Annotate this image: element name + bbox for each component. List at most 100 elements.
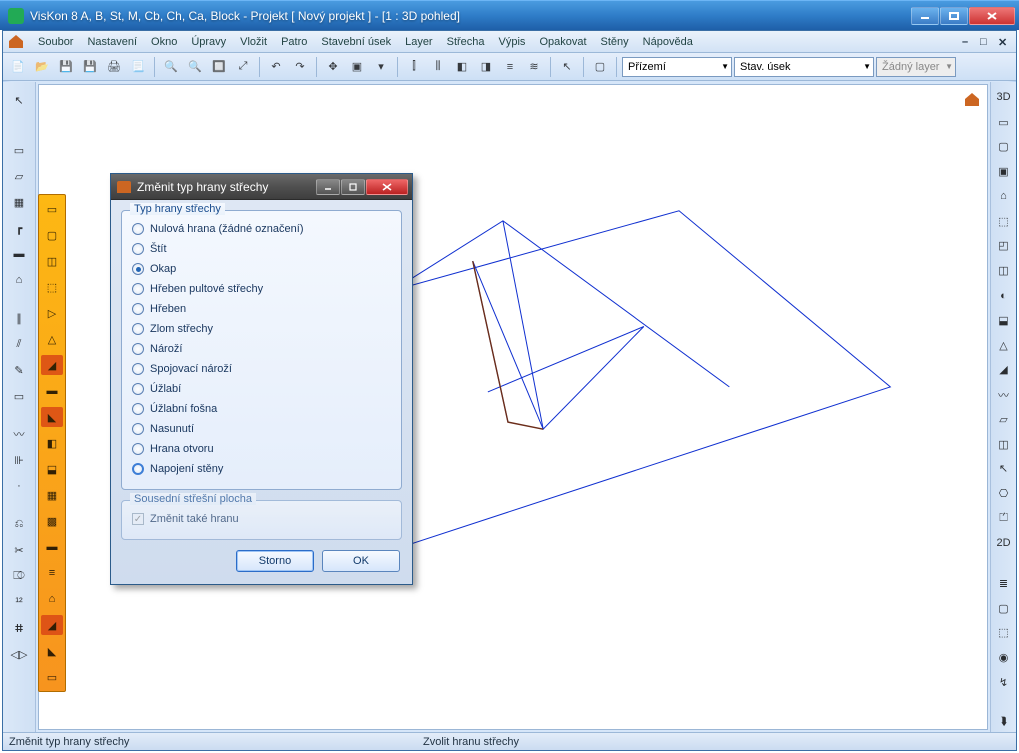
menu-opakovat[interactable]: Opakovat [532,34,593,50]
ok-button[interactable]: OK [322,550,400,572]
snap2-icon[interactable]: ⫼ [427,56,449,78]
tool-c-icon[interactable]: ⵌ [8,618,30,638]
snap6-icon[interactable]: ≋ [523,56,545,78]
profile-icon[interactable]: ┏ [8,218,30,238]
roof-tool-18-icon[interactable]: ◣ [41,641,63,661]
rt-3-icon[interactable]: ▣ [993,162,1015,181]
rt-19-icon[interactable]: ≣ [993,574,1015,593]
dialog-titlebar[interactable]: Změnit typ hrany střechy [111,174,412,200]
window-minimize-button[interactable] [911,7,939,25]
roof-edge-type-icon[interactable]: ◢ [41,355,63,375]
dot-icon[interactable]: · [8,476,30,496]
mdi-restore-button[interactable]: □ [980,36,992,48]
view-3d-icon[interactable]: 3D [993,88,1015,107]
roof-tool-1-icon[interactable]: ▭ [41,199,63,219]
edge-type-option[interactable]: Zlom střechy [132,319,391,339]
roof-tool-5-icon[interactable]: ▷ [41,303,63,323]
roof-tool-17-icon[interactable]: ◢ [41,615,63,635]
roof-tool-3-icon[interactable]: ◫ [41,251,63,271]
save-icon[interactable]: 💾 [55,56,77,78]
edge-type-option[interactable]: Napojení stěny [132,459,391,479]
num-icon[interactable]: ¹² [8,592,30,612]
roof-tool-2-icon[interactable]: ▢ [41,225,63,245]
rt-15-icon[interactable]: ↖ [993,459,1015,478]
edge-type-option[interactable]: Nároží [132,339,391,359]
change-also-edge-checkbox[interactable]: ✓ Změnit také hranu [132,509,391,529]
roof-tool-14-icon[interactable]: ▬ [41,537,63,557]
rt-11-icon[interactable]: ◢ [993,360,1015,379]
edge-type-option[interactable]: Štít [132,239,391,259]
lines2-icon[interactable]: ⫽ [8,334,30,354]
bars-icon[interactable]: ⊪ [8,450,30,470]
snap3-icon[interactable]: ◧ [451,56,473,78]
edge-type-option[interactable]: Nulová hrana (žádné označení) [132,219,391,239]
mdi-close-button[interactable]: ✕ [998,36,1010,48]
menu-napoveda[interactable]: Nápověda [636,34,700,50]
cursor-icon[interactable]: ↖ [556,56,578,78]
dialog-close-button[interactable] [366,179,408,195]
roof-tool-11-icon[interactable]: ⬓ [41,459,63,479]
card-icon[interactable]: ▭ [8,386,30,406]
rt-7-icon[interactable]: ◫ [993,261,1015,280]
dialog-minimize-button[interactable] [316,179,340,195]
edge-type-option[interactable]: Nasunutí [132,419,391,439]
rt-16-icon[interactable]: ⎔ [993,484,1015,503]
edge-type-option[interactable]: Hřeben pultové střechy [132,279,391,299]
edge-type-option[interactable]: Hrana otvoru [132,439,391,459]
rt-1-icon[interactable]: ▭ [993,113,1015,132]
snap4-icon[interactable]: ◨ [475,56,497,78]
print-icon[interactable]: 🖨 [103,56,125,78]
menu-patro[interactable]: Patro [274,34,314,50]
mdi-minimize-button[interactable]: – [962,36,974,48]
rt-2-icon[interactable]: ▢ [993,138,1015,157]
lines1-icon[interactable]: ∥ [8,308,30,328]
edge-type-option[interactable]: Spojovací nároží [132,359,391,379]
roof-tool-16-icon[interactable]: ⌂ [41,589,63,609]
cancel-button[interactable]: Storno [236,550,314,572]
dropdown-icon[interactable]: ▾ [370,56,392,78]
section-dropdown[interactable]: Stav. úsek▼ [734,57,874,77]
redo-icon[interactable]: ↷ [289,56,311,78]
rt-10-icon[interactable]: △ [993,336,1015,355]
rt-12-icon[interactable]: 〰 [993,385,1015,404]
edge-type-option[interactable]: Úžlabí [132,379,391,399]
menu-upravy[interactable]: Úpravy [184,34,233,50]
rt-18-icon[interactable]: 2D [993,534,1015,553]
menu-steny[interactable]: Stěny [594,34,636,50]
arrows-icon[interactable]: ◁▷ [8,644,30,664]
rt-8-icon[interactable]: ◐ [993,286,1015,305]
floor-dropdown[interactable]: Přízemí▼ [622,57,732,77]
dialog-maximize-button[interactable] [341,179,365,195]
rt-24-icon[interactable]: ⮯ [993,713,1015,732]
roof-tool-19-icon[interactable]: ▭ [41,667,63,687]
rt-23-icon[interactable]: ↯ [993,673,1015,692]
new-file-icon[interactable]: 📄 [7,56,29,78]
roof-tool-15-icon[interactable]: ≡ [41,563,63,583]
menu-stavebni-usek[interactable]: Stavební úsek [314,34,398,50]
rt-4-icon[interactable]: ⌂ [993,187,1015,206]
roof-tool-6-icon[interactable]: △ [41,329,63,349]
slab-icon[interactable]: ▱ [8,166,30,186]
window-close-button[interactable] [969,7,1015,25]
menu-strecha[interactable]: Střecha [440,34,492,50]
menu-nastaveni[interactable]: Nastavení [80,34,144,50]
menu-okno[interactable]: Okno [144,34,184,50]
roof-tool-9-icon[interactable]: ◣ [41,407,63,427]
rt-13-icon[interactable]: ▱ [993,410,1015,429]
rt-14-icon[interactable]: ◫ [993,435,1015,454]
tool-b-icon[interactable]: ⎄ [8,566,30,586]
window-maximize-button[interactable] [940,7,968,25]
snap5-icon[interactable]: ≡ [499,56,521,78]
zoom-out-icon[interactable]: 🔍 [184,56,206,78]
undo-icon[interactable]: ↶ [265,56,287,78]
zoom-all-icon[interactable]: ⤢ [232,56,254,78]
zoom-in-icon[interactable]: 🔍 [160,56,182,78]
select-icon[interactable]: ↖ [8,90,30,110]
zoom-window-icon[interactable]: 🔲 [208,56,230,78]
menu-vypis[interactable]: Výpis [492,34,533,50]
wall-icon[interactable]: ▭ [8,140,30,160]
menu-layer[interactable]: Layer [398,34,440,50]
rt-22-icon[interactable]: ◉ [993,648,1015,667]
beam-icon[interactable]: ▬ [8,244,30,264]
rt-5-icon[interactable]: ⬚ [993,212,1015,231]
